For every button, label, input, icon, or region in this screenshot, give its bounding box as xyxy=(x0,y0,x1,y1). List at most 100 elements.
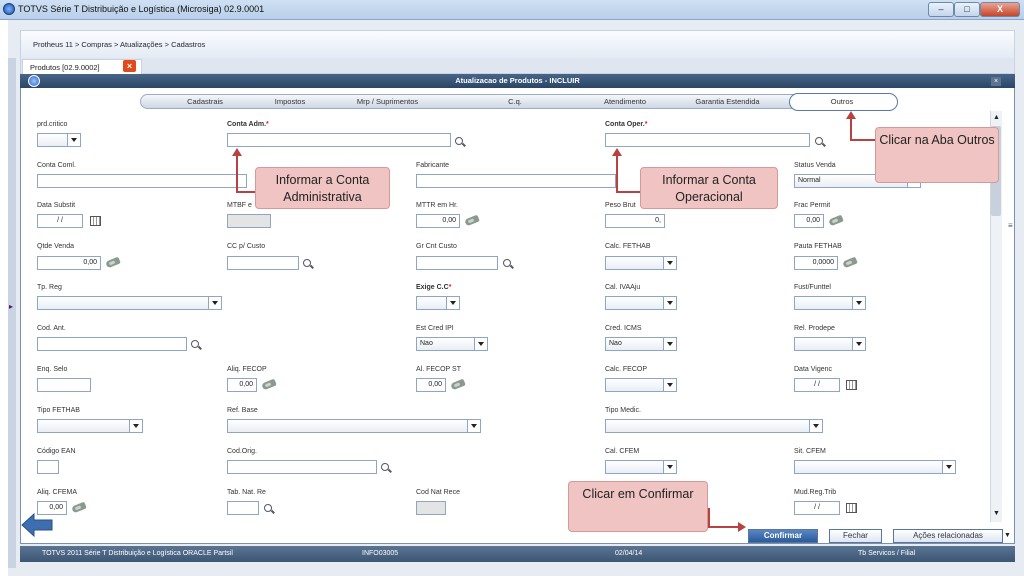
select-prd-critico[interactable] xyxy=(37,133,81,147)
expand-arrow-icon[interactable]: ▸ xyxy=(9,302,13,311)
label-al-fecop-st: Al. FECOP ST xyxy=(416,366,461,373)
search-icon[interactable] xyxy=(815,137,823,145)
close-document-icon[interactable]: × xyxy=(123,60,136,72)
input-conta-coml[interactable] xyxy=(37,174,247,188)
status-bar: TOTVS 2011 Série T Distribuição e Logíst… xyxy=(20,546,1015,562)
label-conta-oper: Conta Oper.* xyxy=(605,121,648,128)
search-icon[interactable] xyxy=(381,463,389,471)
label-tp-reg: Tp. Reg xyxy=(37,284,62,291)
select-cred-icms[interactable]: Nao xyxy=(605,337,677,351)
select-ref-base[interactable] xyxy=(227,419,481,433)
label-frac-permit: Frac Permit xyxy=(794,202,831,209)
input-data-vigenc[interactable]: / / xyxy=(794,378,840,392)
search-icon[interactable] xyxy=(455,137,463,145)
select-exige-cc[interactable] xyxy=(416,296,460,310)
select-sit-cfem[interactable] xyxy=(794,460,956,474)
select-rel-prodepe[interactable] xyxy=(794,337,866,351)
search-icon[interactable] xyxy=(303,259,311,267)
label-cred-icms: Cred. ICMS xyxy=(605,325,642,332)
minimize-button[interactable]: – xyxy=(928,2,954,17)
arrow-up-icon xyxy=(612,148,622,156)
input-tab-nat-re[interactable] xyxy=(227,501,259,515)
select-est-cred-ipi[interactable]: Nao xyxy=(416,337,488,351)
input-mud-reg-trib[interactable]: / / xyxy=(794,501,840,515)
search-icon[interactable] xyxy=(503,259,511,267)
chevron-down-icon[interactable]: ▼ xyxy=(1004,532,1011,539)
close-window-button[interactable]: X xyxy=(980,2,1020,17)
arrow-left-icon xyxy=(21,512,53,538)
input-mttr[interactable]: 0,00 xyxy=(416,214,460,228)
calendar-icon[interactable] xyxy=(846,380,857,390)
calendar-icon[interactable] xyxy=(846,503,857,513)
select-cal-ivaaju[interactable] xyxy=(605,296,677,310)
select-tp-reg[interactable] xyxy=(37,296,222,310)
tab-impostos[interactable]: Impostos xyxy=(255,97,325,106)
dialog-close-button[interactable]: × xyxy=(991,77,1001,86)
tab-garantia-estendida[interactable]: Garantia Estendida xyxy=(680,97,775,106)
label-status-venda: Status Venda xyxy=(794,162,836,169)
select-cal-cfem[interactable] xyxy=(605,460,677,474)
callout-conta-oper: Informar a Conta Operacional xyxy=(640,167,778,209)
calendar-icon[interactable] xyxy=(90,216,101,226)
app-icon xyxy=(3,3,15,15)
chevron-down-icon xyxy=(663,379,676,391)
annotation-arrow xyxy=(850,139,876,141)
label-enq-selo: Enq. Selo xyxy=(37,366,68,373)
label-qtde-venda: Qtde Venda xyxy=(37,243,74,250)
input-codigo-ean[interactable] xyxy=(37,460,59,474)
select-tipo-medic[interactable] xyxy=(605,419,823,433)
select-tipo-fethab[interactable] xyxy=(37,419,143,433)
input-aliq-fecop[interactable]: 0,00 xyxy=(227,378,257,392)
input-mtbf[interactable] xyxy=(227,214,271,228)
chevron-down-icon xyxy=(129,420,142,432)
input-conta-adm[interactable] xyxy=(227,133,451,147)
input-data-subst[interactable]: / / xyxy=(37,214,83,228)
dialog-title: Atualizacao de Produtos - INCLUIR xyxy=(455,76,580,85)
fechar-button[interactable]: Fechar xyxy=(829,529,882,543)
select-fust[interactable] xyxy=(794,296,866,310)
select-calc-fecop[interactable] xyxy=(605,378,677,392)
chevron-down-icon xyxy=(663,461,676,473)
scroll-down-icon[interactable]: ▼ xyxy=(993,510,1000,517)
confirmar-button[interactable]: Confirmar xyxy=(748,529,818,543)
acoes-relacionadas-button[interactable]: Ações relacionadas xyxy=(893,529,1003,543)
input-cc-custo[interactable] xyxy=(227,256,299,270)
input-al-fecop-st[interactable]: 0,00 xyxy=(416,378,446,392)
input-gr-cnt-custo[interactable] xyxy=(416,256,498,270)
input-conta-oper[interactable] xyxy=(605,133,810,147)
tab-mrp-suprimentos[interactable]: Mrp / Suprimentos xyxy=(345,97,430,106)
chevron-down-icon xyxy=(446,297,459,309)
tab-cq[interactable]: C.q. xyxy=(495,97,535,106)
annotation-arrow xyxy=(236,152,238,192)
scroll-up-icon[interactable]: ▲ xyxy=(993,114,1000,121)
chevron-down-icon xyxy=(809,420,822,432)
tab-cadastrais[interactable]: Cadastrais xyxy=(170,97,240,106)
grip-icon[interactable]: ≡ xyxy=(1008,221,1013,230)
maximize-button[interactable]: □ xyxy=(954,2,980,17)
input-peso-brut[interactable]: 0, xyxy=(605,214,665,228)
arrow-up-icon xyxy=(232,148,242,156)
arrow-up-icon xyxy=(846,111,856,119)
input-pauta-fethab[interactable]: 0,0000 xyxy=(794,256,838,270)
chevron-down-icon xyxy=(474,338,487,350)
chevron-down-icon xyxy=(467,420,480,432)
input-cod-ant[interactable] xyxy=(37,337,187,351)
input-cod-orig[interactable] xyxy=(227,460,377,474)
input-cod-nat-rece[interactable] xyxy=(416,501,446,515)
input-frac-permit[interactable]: 0,00 xyxy=(794,214,824,228)
label-sit-cfem: Sit. CFEM xyxy=(794,448,826,455)
window-titlebar: TOTVS Série T Distribuição e Logística (… xyxy=(0,0,1024,20)
label-gr-cnt-custo: Gr Cnt Custo xyxy=(416,243,457,250)
left-collapse-bar[interactable] xyxy=(8,58,16,568)
tab-atendimento[interactable]: Atendimento xyxy=(590,97,660,106)
search-icon[interactable] xyxy=(191,340,199,348)
search-icon[interactable] xyxy=(264,504,272,512)
input-fabricante[interactable] xyxy=(416,174,616,188)
label-data-vigenc: Data Vigenc xyxy=(794,366,833,373)
input-qtde-venda[interactable]: 0,00 xyxy=(37,256,101,270)
select-calc-fethab[interactable] xyxy=(605,256,677,270)
dialog-header: Atualizacao de Produtos - INCLUIR xyxy=(20,74,1015,88)
label-rel-prodepe: Rel. Prodepe xyxy=(794,325,835,332)
label-cal-cfem: Cal. CFEM xyxy=(605,448,640,455)
input-enq-selo[interactable] xyxy=(37,378,91,392)
